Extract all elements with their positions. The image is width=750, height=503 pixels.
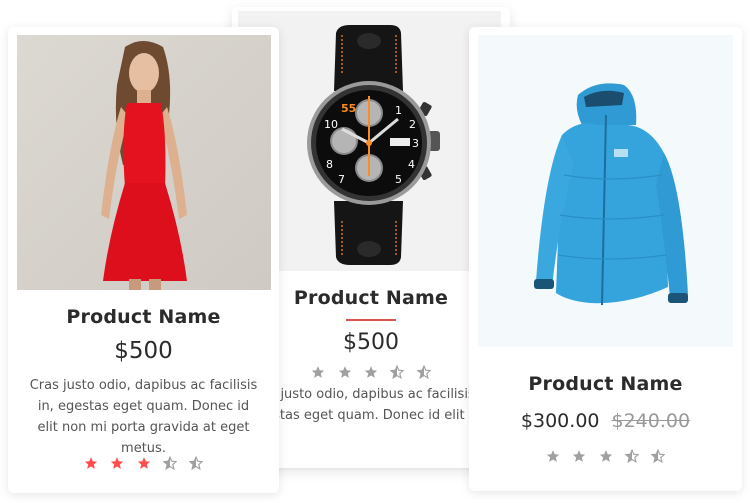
product-name[interactable]: Product Name <box>8 306 279 328</box>
star-filled-icon <box>572 450 586 462</box>
svg-text:55: 55 <box>341 102 356 115</box>
product-image-dress[interactable] <box>17 35 271 290</box>
star-half-icon <box>624 449 639 463</box>
rating-stars <box>8 455 279 471</box>
star-filled-icon <box>110 457 124 469</box>
product-card-jacket[interactable]: Product Name $300.00 $240.00 <box>469 27 742 491</box>
star-filled-icon <box>364 366 378 378</box>
svg-text:5: 5 <box>395 173 402 186</box>
dress-image <box>17 35 271 290</box>
title-divider <box>346 319 396 321</box>
original-price: $240.00 <box>611 410 691 432</box>
product-price: $500 <box>114 338 173 364</box>
star-filled-icon <box>84 457 97 469</box>
svg-text:2: 2 <box>409 118 416 131</box>
svg-text:7: 7 <box>338 173 345 186</box>
star-half-icon <box>416 365 431 379</box>
sale-price: $300.00 <box>520 410 600 432</box>
star-half-icon <box>390 365 405 379</box>
product-image-jacket[interactable] <box>478 35 733 347</box>
product-description: Cras justo odio, dapibus ac facilisis in… <box>247 387 495 423</box>
svg-text:3: 3 <box>412 137 419 150</box>
jacket-image <box>478 35 733 347</box>
svg-text:4: 4 <box>408 158 415 171</box>
product-card-dress[interactable]: Product Name $500 Cras justo odio, dapib… <box>8 27 279 493</box>
star-half-icon <box>162 456 177 470</box>
rating-stars <box>469 448 742 464</box>
product-price-group: $300.00 $240.00 <box>469 410 742 432</box>
star-half-icon <box>189 456 204 470</box>
star-filled-icon <box>137 457 150 469</box>
product-name[interactable]: Product Name <box>469 373 742 395</box>
svg-text:1: 1 <box>395 104 402 117</box>
star-filled-icon <box>338 366 351 378</box>
star-filled-icon <box>311 366 325 378</box>
star-filled-icon <box>599 450 612 462</box>
star-filled-icon <box>546 450 559 462</box>
svg-text:8: 8 <box>326 158 333 171</box>
star-half-icon <box>651 449 666 463</box>
svg-text:10: 10 <box>324 118 338 131</box>
product-description: Cras justo odio, dapibus ac facilisis in… <box>29 378 258 456</box>
